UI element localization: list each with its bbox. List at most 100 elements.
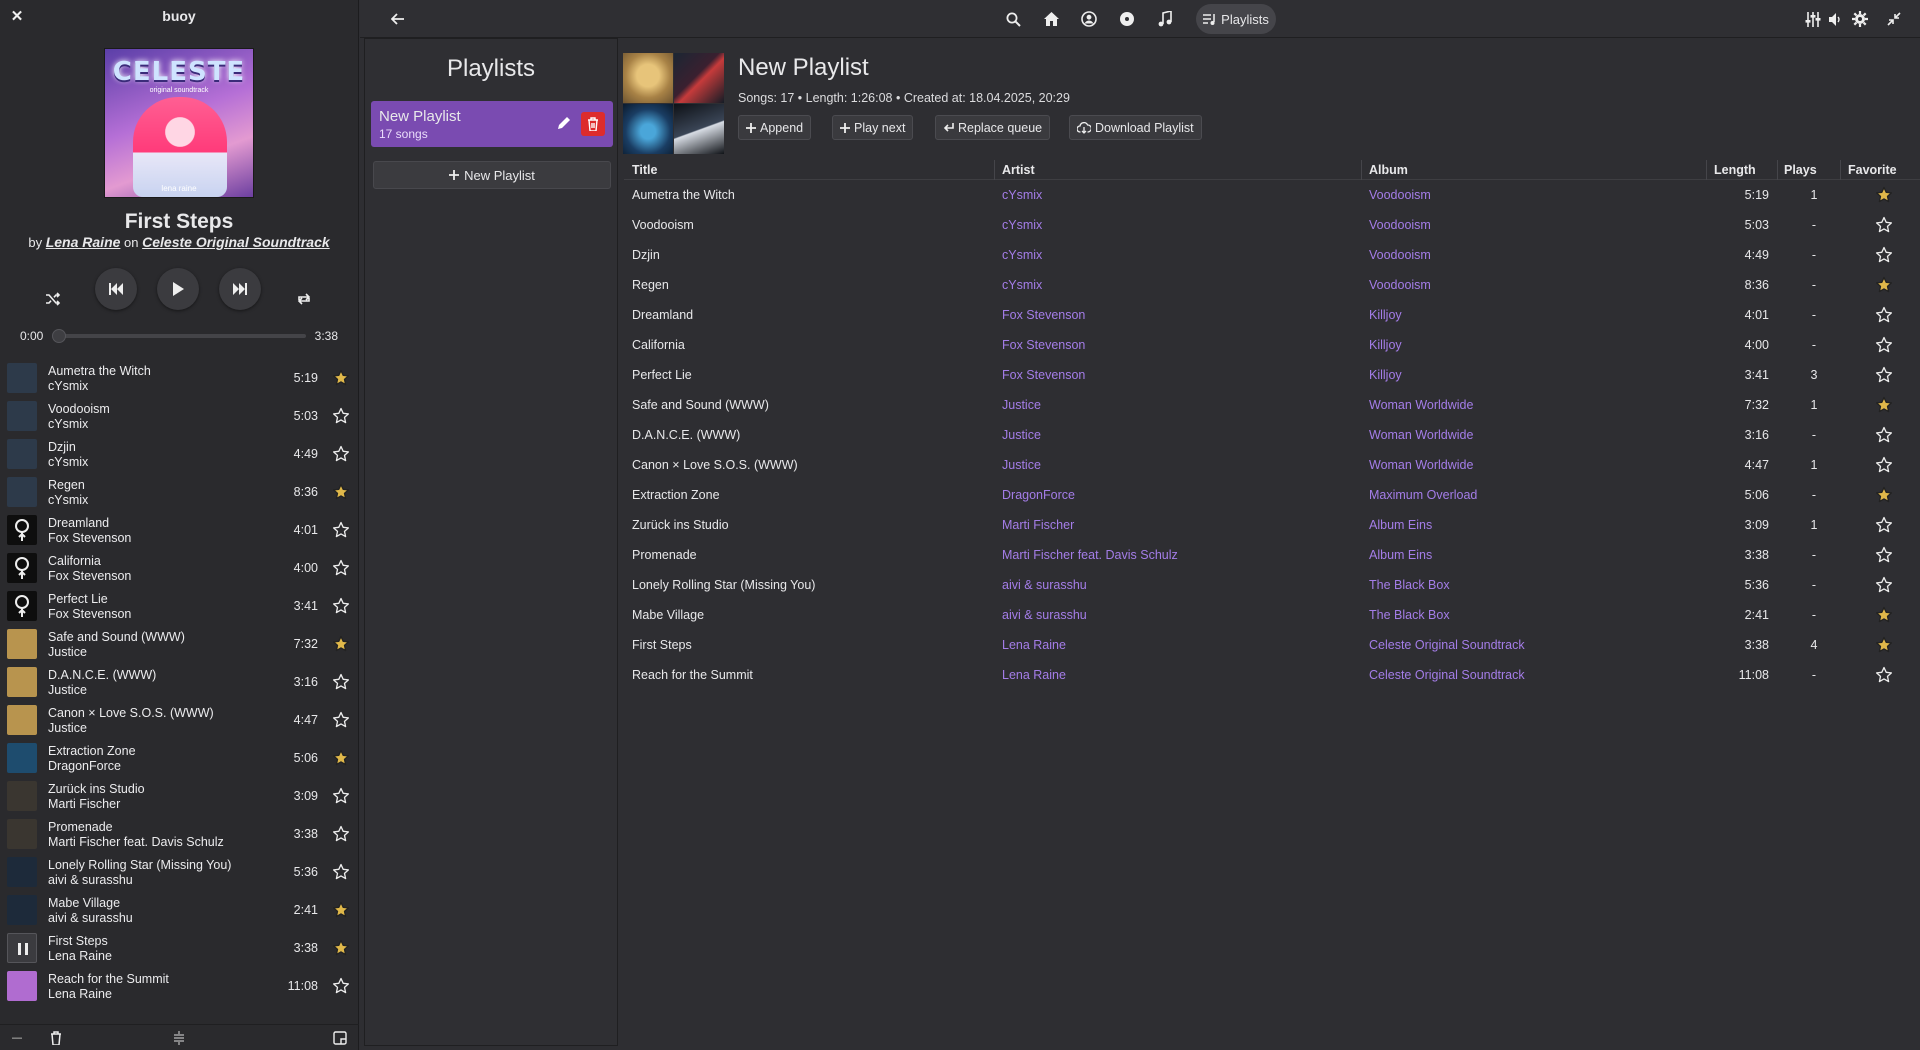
- table-row[interactable]: Lonely Rolling Star (Missing You) aivi & …: [624, 570, 1920, 600]
- row-album-link[interactable]: Album Eins: [1369, 548, 1432, 562]
- repeat-button[interactable]: [293, 288, 315, 310]
- row-album-link[interactable]: The Black Box: [1369, 608, 1450, 622]
- queue-item[interactable]: Reach for the Summit Lena Raine 11:08: [0, 967, 359, 1005]
- favorite-toggle[interactable]: [1875, 306, 1893, 324]
- row-artist-link[interactable]: DragonForce: [1002, 488, 1075, 502]
- remove-button[interactable]: [8, 1029, 26, 1047]
- playlist-item[interactable]: New Playlist 17 songs: [371, 101, 613, 147]
- column-artist[interactable]: Artist: [1002, 163, 1035, 177]
- column-divider[interactable]: [994, 160, 995, 180]
- row-artist-link[interactable]: cYsmix: [1002, 248, 1042, 262]
- row-album-link[interactable]: Voodooism: [1369, 278, 1431, 292]
- home-tab[interactable]: [1038, 7, 1064, 31]
- table-row[interactable]: Reach for the Summit Lena Raine Celeste Or…: [624, 660, 1920, 690]
- row-album-link[interactable]: Killjoy: [1369, 338, 1402, 352]
- save-queue-button[interactable]: [331, 1029, 349, 1047]
- favorite-toggle[interactable]: [332, 901, 350, 919]
- append-button[interactable]: Append: [738, 115, 812, 140]
- favorite-toggle[interactable]: [1875, 276, 1893, 294]
- now-playing-album-link[interactable]: Celeste Original Soundtrack: [142, 234, 330, 250]
- column-album[interactable]: Album: [1369, 163, 1408, 177]
- column-title[interactable]: Title: [632, 163, 657, 177]
- queue-item[interactable]: D.A.N.C.E. (WWW) Justice 3:16: [0, 663, 359, 701]
- row-album-link[interactable]: Voodooism: [1369, 248, 1431, 262]
- favorite-toggle[interactable]: [332, 939, 350, 957]
- row-album-link[interactable]: Woman Worldwide: [1369, 398, 1473, 412]
- row-artist-link[interactable]: Marti Fischer: [1002, 518, 1074, 532]
- row-album-link[interactable]: Voodooism: [1369, 188, 1431, 202]
- delete-playlist-button[interactable]: [581, 112, 605, 136]
- table-row[interactable]: Safe and Sound (WWW) Justice Woman Worldwi…: [624, 390, 1920, 420]
- new-playlist-button[interactable]: New Playlist: [373, 161, 611, 189]
- column-plays[interactable]: Plays: [1784, 163, 1817, 177]
- favorite-toggle[interactable]: [1875, 516, 1893, 534]
- clear-queue-button[interactable]: [47, 1029, 65, 1047]
- table-row[interactable]: Canon × Love S.O.S. (WWW) Justice Woman Wo…: [624, 450, 1920, 480]
- row-artist-link[interactable]: aivi & surasshu: [1002, 608, 1087, 622]
- replace-queue-button[interactable]: Replace queue: [935, 115, 1051, 140]
- songs-tab[interactable]: [1152, 7, 1178, 31]
- row-artist-link[interactable]: Lena Raine: [1002, 638, 1066, 652]
- play-next-button[interactable]: Play next: [832, 115, 914, 140]
- column-divider[interactable]: [1777, 160, 1778, 180]
- queue-item[interactable]: Dreamland Fox Stevenson 4:01: [0, 511, 359, 549]
- queue-item[interactable]: First Steps Lena Raine 3:38: [0, 929, 359, 967]
- row-artist-link[interactable]: Justice: [1002, 428, 1041, 442]
- queue-item[interactable]: California Fox Stevenson 4:00: [0, 549, 359, 587]
- collapse-window-button[interactable]: [1881, 7, 1907, 31]
- queue-item[interactable]: Dzjin cYsmix 4:49: [0, 435, 359, 473]
- column-divider[interactable]: [1840, 160, 1841, 180]
- seek-handle[interactable]: [52, 329, 66, 343]
- row-artist-link[interactable]: cYsmix: [1002, 188, 1042, 202]
- row-artist-link[interactable]: Fox Stevenson: [1002, 338, 1085, 352]
- favorite-toggle[interactable]: [1875, 396, 1893, 414]
- row-artist-link[interactable]: Justice: [1002, 398, 1041, 412]
- row-artist-link[interactable]: Marti Fischer feat. Davis Schulz: [1002, 548, 1178, 562]
- favorite-toggle[interactable]: [1875, 426, 1893, 444]
- favorite-toggle[interactable]: [332, 483, 350, 501]
- table-row[interactable]: Perfect Lie Fox Stevenson Killjoy 3:41 3: [624, 360, 1920, 390]
- table-row[interactable]: First Steps Lena Raine Celeste Original So…: [624, 630, 1920, 660]
- shuffle-button[interactable]: [42, 288, 64, 310]
- table-row[interactable]: Aumetra the Witch cYsmix Voodooism 5:19 1: [624, 180, 1920, 210]
- back-button[interactable]: [385, 7, 411, 31]
- favorite-toggle[interactable]: [1875, 636, 1893, 654]
- row-album-link[interactable]: Voodooism: [1369, 218, 1431, 232]
- previous-button[interactable]: [95, 268, 137, 310]
- seek-bar[interactable]: [52, 329, 306, 343]
- favorite-toggle[interactable]: [332, 711, 350, 729]
- favorite-toggle[interactable]: [332, 521, 350, 539]
- row-artist-link[interactable]: Justice: [1002, 458, 1041, 472]
- row-album-link[interactable]: Celeste Original Soundtrack: [1369, 638, 1525, 652]
- favorite-toggle[interactable]: [332, 749, 350, 767]
- favorite-toggle[interactable]: [1875, 576, 1893, 594]
- favorite-toggle[interactable]: [1875, 216, 1893, 234]
- column-divider[interactable]: [1361, 160, 1362, 180]
- queue-item[interactable]: Canon × Love S.O.S. (WWW) Justice 4:47: [0, 701, 359, 739]
- row-artist-link[interactable]: Fox Stevenson: [1002, 368, 1085, 382]
- volume-button[interactable]: [1823, 7, 1849, 31]
- row-album-link[interactable]: The Black Box: [1369, 578, 1450, 592]
- row-album-link[interactable]: Killjoy: [1369, 308, 1402, 322]
- edit-playlist-button[interactable]: [553, 112, 575, 134]
- favorite-toggle[interactable]: [332, 977, 350, 995]
- favorite-toggle[interactable]: [332, 863, 350, 881]
- queue-item[interactable]: Promenade Marti Fischer feat. Davis Schul…: [0, 815, 359, 853]
- favorite-toggle[interactable]: [332, 787, 350, 805]
- favorite-toggle[interactable]: [1875, 486, 1893, 504]
- table-row[interactable]: California Fox Stevenson Killjoy 4:00 -: [624, 330, 1920, 360]
- row-album-link[interactable]: Killjoy: [1369, 368, 1402, 382]
- table-row[interactable]: Extraction Zone DragonForce Maximum Overlo…: [624, 480, 1920, 510]
- queue-item[interactable]: Zurück ins Studio Marti Fischer 3:09: [0, 777, 359, 815]
- table-row[interactable]: Voodooism cYsmix Voodooism 5:03 -: [624, 210, 1920, 240]
- favorite-toggle[interactable]: [1875, 666, 1893, 684]
- queue-drag-button[interactable]: [170, 1029, 188, 1047]
- play-button[interactable]: [157, 268, 199, 310]
- row-artist-link[interactable]: cYsmix: [1002, 278, 1042, 292]
- row-album-link[interactable]: Woman Worldwide: [1369, 428, 1473, 442]
- table-row[interactable]: Regen cYsmix Voodooism 8:36 -: [624, 270, 1920, 300]
- table-row[interactable]: D.A.N.C.E. (WWW) Justice Woman Worldwide 3:…: [624, 420, 1920, 450]
- row-album-link[interactable]: Maximum Overload: [1369, 488, 1477, 502]
- favorite-toggle[interactable]: [1875, 606, 1893, 624]
- table-row[interactable]: Dreamland Fox Stevenson Killjoy 4:01 -: [624, 300, 1920, 330]
